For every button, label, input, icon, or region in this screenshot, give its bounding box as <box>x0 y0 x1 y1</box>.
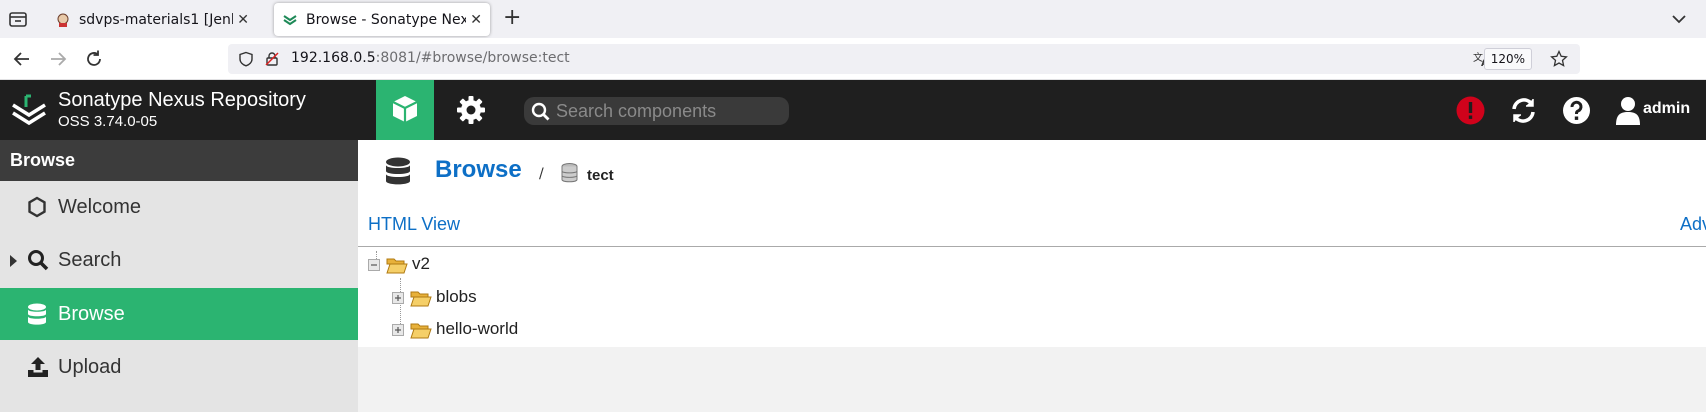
tree-node-label: v2 <box>412 254 430 273</box>
browser-nav-bar: 192.168.0.5:8081/#browse/browse:tect 文 A… <box>0 38 1706 80</box>
magnifier-icon <box>28 250 49 271</box>
divider <box>358 246 1706 247</box>
sidebar-item-label: Browse <box>58 303 125 325</box>
sidebar-title: Browse <box>0 140 358 181</box>
insecure-lock-icon[interactable] <box>264 51 280 67</box>
tab-list-icon[interactable] <box>6 7 30 31</box>
upload-icon <box>28 357 48 377</box>
nexus-header: Sonatype Nexus Repository OSS 3.74.0-05 <box>0 80 1706 140</box>
sidebar-item-label: Search <box>58 249 122 271</box>
html-view-link[interactable]: HTML View <box>368 214 460 235</box>
jenkins-icon <box>57 13 69 27</box>
nexus-logo-icon[interactable] <box>11 93 47 129</box>
browser-tab-jenkins[interactable]: sdvps-materials1 [Jenkins] ✕ <box>47 3 257 36</box>
folder-icon <box>410 291 432 307</box>
sidebar-item-search[interactable]: Search <box>0 234 358 286</box>
expand-icon[interactable] <box>392 292 404 304</box>
repository-icon <box>561 163 578 183</box>
database-icon <box>386 157 410 185</box>
search-input[interactable] <box>556 99 781 123</box>
url-path: :8081/#browse/browse:tect <box>375 50 570 66</box>
tree-node-label: hello-world <box>436 319 519 338</box>
sidebar-item-upload[interactable]: Upload <box>0 341 358 393</box>
breadcrumb-repository: tect <box>587 167 614 184</box>
url-text[interactable]: 192.168.0.5:8081/#browse/browse:tect <box>291 50 570 66</box>
sidebar: Browse Welcome Search Browse Upload <box>0 140 358 412</box>
browser-tab-bar: sdvps-materials1 [Jenkins] ✕ Browse - So… <box>0 0 1706 38</box>
search-icon <box>531 102 550 121</box>
refresh-icon[interactable] <box>1509 96 1538 125</box>
sidebar-item-label: Welcome <box>58 196 141 218</box>
bookmark-star-icon[interactable] <box>1550 50 1568 68</box>
chevron-down-icon[interactable] <box>1670 10 1688 28</box>
hexagon-icon <box>28 196 46 218</box>
new-tab-icon[interactable]: + <box>503 7 521 29</box>
system-alert-icon[interactable] <box>1456 96 1485 125</box>
browse-mode-button[interactable] <box>376 80 434 140</box>
forward-arrow-icon[interactable] <box>47 48 69 70</box>
shield-icon[interactable] <box>238 51 254 67</box>
help-icon[interactable] <box>1562 96 1591 125</box>
main-content: Browse / tect HTML View Adv v2 <box>358 140 1706 412</box>
sidebar-item-browse[interactable]: Browse <box>0 288 358 340</box>
caret-right-icon[interactable] <box>9 255 18 267</box>
product-version: OSS 3.74.0-05 <box>58 113 158 130</box>
search-components-box[interactable] <box>524 97 789 125</box>
reload-icon[interactable] <box>83 48 105 70</box>
advanced-search-link[interactable]: Adv <box>1680 214 1706 235</box>
tree-connector <box>376 251 377 259</box>
back-arrow-icon[interactable] <box>11 48 33 70</box>
gear-icon[interactable] <box>456 95 486 125</box>
folder-open-icon <box>386 258 408 274</box>
close-icon[interactable]: ✕ <box>470 12 482 28</box>
address-bar[interactable]: 192.168.0.5:8081/#browse/browse:tect 文 A… <box>228 44 1580 74</box>
browser-tab-nexus[interactable]: Browse - Sonatype Nexus Repository ✕ <box>274 3 490 36</box>
url-host: 192.168.0.5 <box>291 50 376 66</box>
product-name: Sonatype Nexus Repository <box>58 89 306 111</box>
username-label[interactable]: admin <box>1643 100 1690 118</box>
sidebar-item-label: Upload <box>58 356 122 378</box>
expand-icon[interactable] <box>392 324 404 336</box>
breadcrumb-browse[interactable]: Browse <box>435 156 522 184</box>
tab-title: sdvps-materials1 [Jenkins] <box>79 11 233 28</box>
folder-icon <box>410 323 432 339</box>
cube-icon <box>392 96 418 122</box>
breadcrumb-separator: / <box>539 166 544 182</box>
user-icon[interactable] <box>1615 96 1641 126</box>
browse-panel: Browse / tect HTML View Adv v2 <box>358 140 1706 347</box>
database-icon <box>28 303 46 325</box>
sidebar-item-welcome[interactable]: Welcome <box>0 181 358 233</box>
tree-node-label: blobs <box>436 287 477 306</box>
collapse-icon[interactable] <box>368 259 380 271</box>
close-icon[interactable]: ✕ <box>237 12 249 28</box>
nexus-icon <box>283 14 297 25</box>
zoom-level[interactable]: 120% <box>1483 48 1532 70</box>
tab-title: Browse - Sonatype Nexus Repository <box>306 11 467 28</box>
